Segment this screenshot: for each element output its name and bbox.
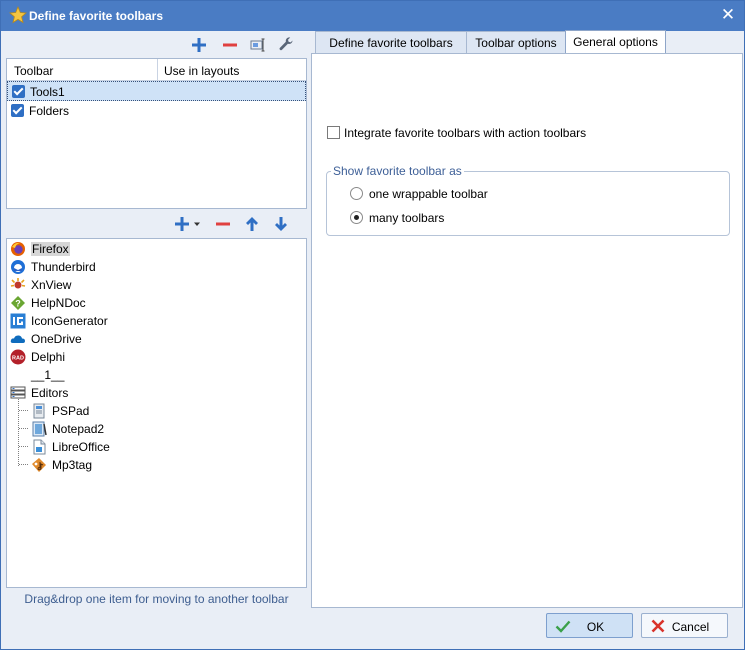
integrate-checkbox[interactable] [327,126,340,139]
notepad2-icon [32,421,47,437]
items-toolbar [6,211,307,237]
minus-icon [216,222,230,226]
radio-label[interactable]: one wrappable toolbar [369,187,488,201]
checkbox-folders[interactable] [11,104,24,117]
list-item-pspad[interactable]: PSPad [31,402,89,420]
dropdown-arrow-icon [194,222,200,226]
mp3tag-icon [32,458,46,472]
toolbar-row-folders[interactable]: Folders [7,101,306,121]
item-label: PSPad [52,404,90,418]
minus-icon [223,43,237,47]
general-options-panel: Integrate favorite toolbars with action … [311,53,743,608]
item-label: Notepad2 [52,422,105,436]
rename-toolbar-button[interactable] [248,35,268,55]
toolbar-name: Tools1 [30,85,65,99]
groupbox-title: Show favorite toolbar as [331,164,464,178]
toolbar-settings-button[interactable] [276,35,296,55]
status-hint: Drag&drop one item for moving to another… [24,592,289,606]
arrow-up-icon [246,217,258,231]
add-item-button[interactable] [172,214,192,234]
list-item-mp3tag[interactable]: Mp3tag [31,456,92,474]
add-item-dropdown[interactable] [191,214,203,234]
rename-icon [250,38,265,52]
arrow-down-icon [275,217,287,231]
move-down-button[interactable] [271,214,291,234]
tab-label: Toolbar options [475,35,557,50]
libreoffice-icon [33,439,46,455]
checkbox-tools1[interactable] [12,85,25,98]
button-bar: OK Cancel [1,608,744,649]
left-panel: Toolbar Use in layouts Tools1 Folders Fi… [6,31,307,608]
ok-label: OK [586,620,605,634]
toolbar-list-toolbar [6,31,307,58]
remove-toolbar-button[interactable] [220,35,240,55]
tab-strip: Define favorite toolbars Toolbar options… [311,30,743,53]
tab-label: Define favorite toolbars [329,35,453,50]
remove-item-button[interactable] [213,214,233,234]
toolbar-table: Toolbar Use in layouts Tools1 Folders [6,58,307,209]
add-toolbar-button[interactable] [189,35,209,55]
move-up-button[interactable] [242,214,262,234]
wrench-icon [279,37,293,51]
pspad-icon [33,403,45,419]
toolbar-items-tree: Firefox Thunderbird XnView ? HelpNDoc Ic… [6,238,307,588]
plus-icon [192,38,206,52]
tab-label: General options [573,35,658,49]
column-header-toolbar[interactable]: Toolbar [14,64,53,78]
integrate-label[interactable]: Integrate favorite toolbars with action … [344,126,586,140]
window-title: Define favorite toolbars [29,9,164,23]
list-item-notepad2[interactable]: Notepad2 [31,420,104,438]
tab-define-favorite-toolbars[interactable]: Define favorite toolbars [315,31,467,53]
cancel-button[interactable]: Cancel [641,613,728,638]
tab-toolbar-options[interactable]: Toolbar options [466,31,566,53]
radio-many-toolbars[interactable] [350,211,363,224]
toolbar-row-tools1[interactable]: Tools1 [7,81,306,101]
radio-one-wrappable-toolbar[interactable] [350,187,363,200]
tab-general-options[interactable]: General options [565,30,666,53]
ok-button[interactable]: OK [546,613,633,638]
dialog-window: Define favorite toolbars ✕ Toolbar Use i… [0,0,745,650]
table-header: Toolbar Use in layouts [7,59,306,81]
item-label: Mp3tag [52,458,93,472]
show-as-groupbox [326,171,730,236]
item-label: LibreOffice [52,440,110,454]
right-panel: Define favorite toolbars Toolbar options… [311,30,743,608]
column-separator[interactable] [157,59,158,81]
toolbar-name: Folders [29,104,70,118]
star-icon [9,6,27,24]
plus-icon [175,217,189,231]
list-item-libreoffice[interactable]: LibreOffice [31,438,110,456]
close-button[interactable]: ✕ [718,5,738,25]
column-header-use-in-layouts[interactable]: Use in layouts [164,64,239,78]
cancel-label: Cancel [671,620,710,634]
title-bar: Define favorite toolbars ✕ [1,1,744,31]
radio-label[interactable]: many toolbars [369,211,444,225]
